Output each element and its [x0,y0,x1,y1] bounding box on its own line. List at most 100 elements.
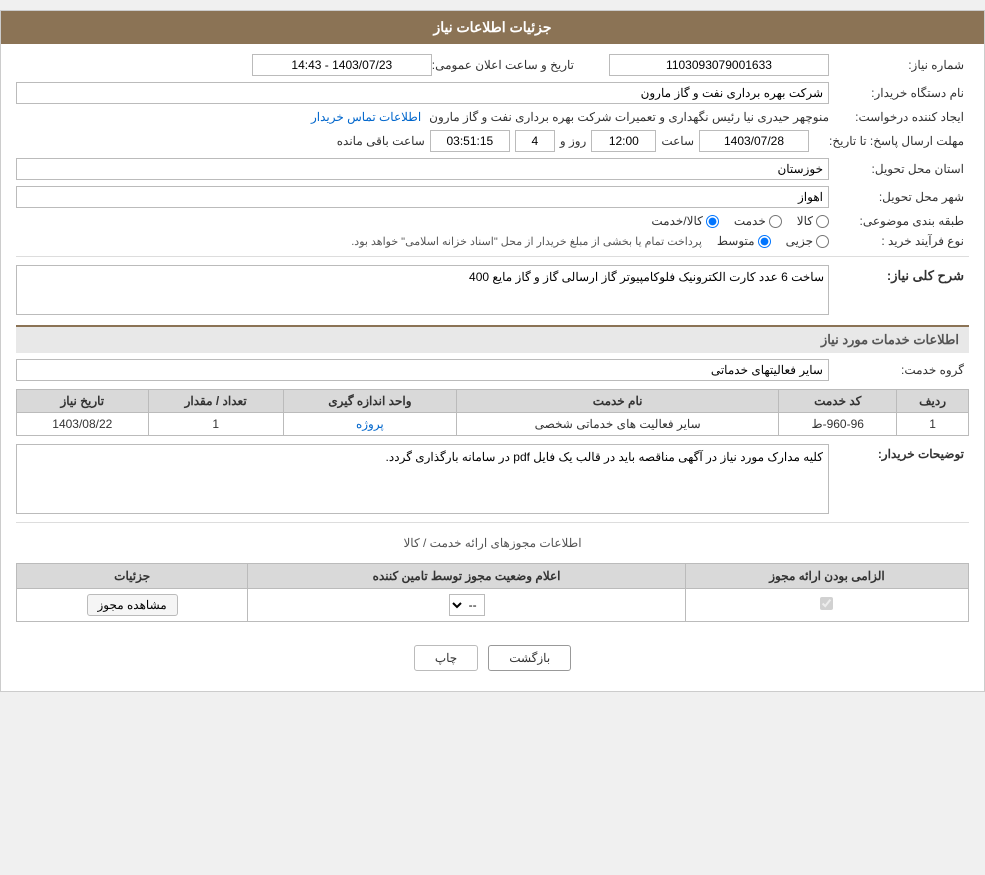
tabaqe-row: طبقه بندی موضوعی: کالا خدمت کالا/خدمت [16,214,969,228]
toozihat-value-box: کلیه مدارک مورد نیاز در آگهی مناقصه باید… [16,444,829,514]
perm-col-eelam: اعلام وضعیت مجوز توسط تامین کننده [248,564,686,589]
grooh-khedmat-row: گروه خدمت: [16,359,969,381]
mojavez-section-title: اطلاعات مجوزهای ارائه خدمت / کالا [403,536,581,550]
nooe-farayand-value-box: جزیی متوسط پرداخت تمام یا بخشی از مبلغ خ… [16,234,829,248]
content-area: شماره نیاز: تاریخ و ساعت اعلان عمومی: نا… [1,44,984,691]
col-tarikh: تاریخ نیاز [17,390,149,413]
toozihat-textarea[interactable]: کلیه مدارک مورد نیاز در آگهی مناقصه باید… [16,444,829,514]
cell-tedad: 1 [148,413,283,436]
mohlat-rooz-input[interactable] [515,130,555,152]
radio-kala-khedmat-label[interactable]: کالا/خدمت [651,214,718,228]
sharh-koli-value-box: ساخت 6 عدد کارت الکترونیک فلوکامپیوتر گا… [16,265,829,315]
ijad-value: منوچهر حیدری نیا رئیس نگهداری و تعمیرات … [429,110,829,124]
col-vahed: واحد اندازه گیری [283,390,456,413]
radio-mootasat[interactable] [758,235,771,248]
chap-button[interactable]: چاپ [414,645,478,671]
tabaqe-value-box: کالا خدمت کالا/خدمت [16,214,829,228]
sharh-koli-textarea[interactable]: ساخت 6 عدد کارت الکترونیک فلوکامپیوتر گا… [16,265,829,315]
nooe-farayand-label: نوع فرآیند خرید : [829,234,969,248]
radio-jozii-label[interactable]: جزیی [786,234,829,248]
mohlat-value-box: ساعت روز و ساعت باقی مانده [16,130,809,152]
tabaqe-label: طبقه بندی موضوعی: [829,214,969,228]
ostan-label: استان محل تحویل: [829,162,969,176]
nooe-farayand-desc: پرداخت تمام یا بخشی از مبلغ خریدار از مح… [351,235,702,248]
khedamat-section-title: اطلاعات خدمات مورد نیاز [16,325,969,353]
radio-kala-text: کالا [797,214,813,228]
col-radif: ردیف [897,390,969,413]
perm-cell-joziat: مشاهده مجوز [17,589,248,622]
ijad-value-box: منوچهر حیدری نیا رئیس نگهداری و تعمیرات … [16,110,829,124]
radio-kala-khedmat[interactable] [706,215,719,228]
tarikh-label: تاریخ و ساعت اعلان عمومی: [432,58,579,72]
radio-kala-label[interactable]: کالا [797,214,829,228]
shomara-niaz-input[interactable] [609,54,829,76]
mohlat-saaat-input[interactable] [591,130,656,152]
radio-kala[interactable] [816,215,829,228]
shahr-label: شهر محل تحویل: [829,190,969,204]
shahr-value-box [16,186,829,208]
radio-jozii[interactable] [816,235,829,248]
mohlat-saaat-label: ساعت [661,134,694,148]
shomara-niaz-label: شماره نیاز: [829,58,969,72]
eelam-select[interactable]: -- [449,594,485,616]
toozihat-label: توضیحات خریدار: [829,444,969,461]
mohlat-row: مهلت ارسال پاسخ: تا تاریخ: ساعت روز و سا… [16,130,969,152]
separator-1 [16,256,969,257]
name-dastgah-value-box [16,82,829,104]
ostan-value-box [16,158,829,180]
radio-khedmat-label[interactable]: خدمت [734,214,782,228]
cell-vahed: پروژه [283,413,456,436]
cell-kod: 960-96-ط [779,413,897,436]
name-dastgah-label: نام دستگاه خریدار: [829,86,969,100]
page-title: جزئیات اطلاعات نیاز [433,19,551,35]
ijad-label: ایجاد کننده درخواست: [829,110,969,124]
button-group: بازگشت چاپ [16,630,969,681]
bazgasht-button[interactable]: بازگشت [488,645,571,671]
mohlat-label: مهلت ارسال پاسخ: تا تاریخ: [809,134,969,148]
tarikh-input[interactable] [252,54,432,76]
grooh-khedmat-label: گروه خدمت: [829,363,969,377]
radio-kala-khedmat-text: کالا/خدمت [651,214,702,228]
grooh-khedmat-value-box [16,359,829,381]
mohlat-baqi-input[interactable] [430,130,510,152]
grooh-khedmat-input[interactable] [16,359,829,381]
radio-mootasat-text: متوسط [717,234,755,248]
permission-row: -- مشاهده مجوز [17,589,969,622]
perm-col-joziat: جزئیات [17,564,248,589]
radio-mootasat-label[interactable]: متوسط [717,234,771,248]
cell-tarikh: 1403/08/22 [17,413,149,436]
col-kod: کد خدمت [779,390,897,413]
mohlat-rooz-label: روز و [560,134,587,148]
table-row: 1 960-96-ط سایر فعالیت های خدماتی شخصی پ… [17,413,969,436]
sharh-koli-label: شرح کلی نیاز: [829,265,969,284]
cell-radif: 1 [897,413,969,436]
radio-khedmat-text: خدمت [734,214,766,228]
perm-col-elzami: الزامی بودن ارائه مجوز [685,564,968,589]
mojavez-btn[interactable]: مشاهده مجوز [87,594,178,616]
radio-jozii-text: جزیی [786,234,813,248]
cell-name: سایر فعالیت های خدماتی شخصی [457,413,779,436]
mohlat-baqi-label: ساعت باقی مانده [337,134,425,148]
shomara-niaz-value-box: تاریخ و ساعت اعلان عمومی: [16,54,829,76]
elzami-checkbox [820,597,833,610]
perm-cell-elzami [685,589,968,622]
name-dastgah-input[interactable] [16,82,829,104]
toozihat-row: توضیحات خریدار: کلیه مدارک مورد نیاز در … [16,444,969,514]
shomara-niaz-row: شماره نیاز: تاریخ و ساعت اعلان عمومی: [16,54,969,76]
separator-2 [16,522,969,523]
sharh-koli-row: شرح کلی نیاز: ساخت 6 عدد کارت الکترونیک … [16,265,969,315]
shahr-row: شهر محل تحویل: [16,186,969,208]
ostan-input[interactable] [16,158,829,180]
ijad-row: ایجاد کننده درخواست: منوچهر حیدری نیا رئ… [16,110,969,124]
perm-cell-eelam: -- [248,589,686,622]
page-header: جزئیات اطلاعات نیاز [1,11,984,44]
services-table: ردیف کد خدمت نام خدمت واحد اندازه گیری ت… [16,389,969,436]
col-tedad: تعداد / مقدار [148,390,283,413]
ijad-link[interactable]: اطلاعات تماس خریدار [311,110,421,124]
ostan-row: استان محل تحویل: [16,158,969,180]
radio-khedmat[interactable] [769,215,782,228]
name-dastgah-row: نام دستگاه خریدار: [16,82,969,104]
shahr-input[interactable] [16,186,829,208]
mohlat-date-input[interactable] [699,130,809,152]
nooe-farayand-row: نوع فرآیند خرید : جزیی متوسط پرداخت تمام… [16,234,969,248]
